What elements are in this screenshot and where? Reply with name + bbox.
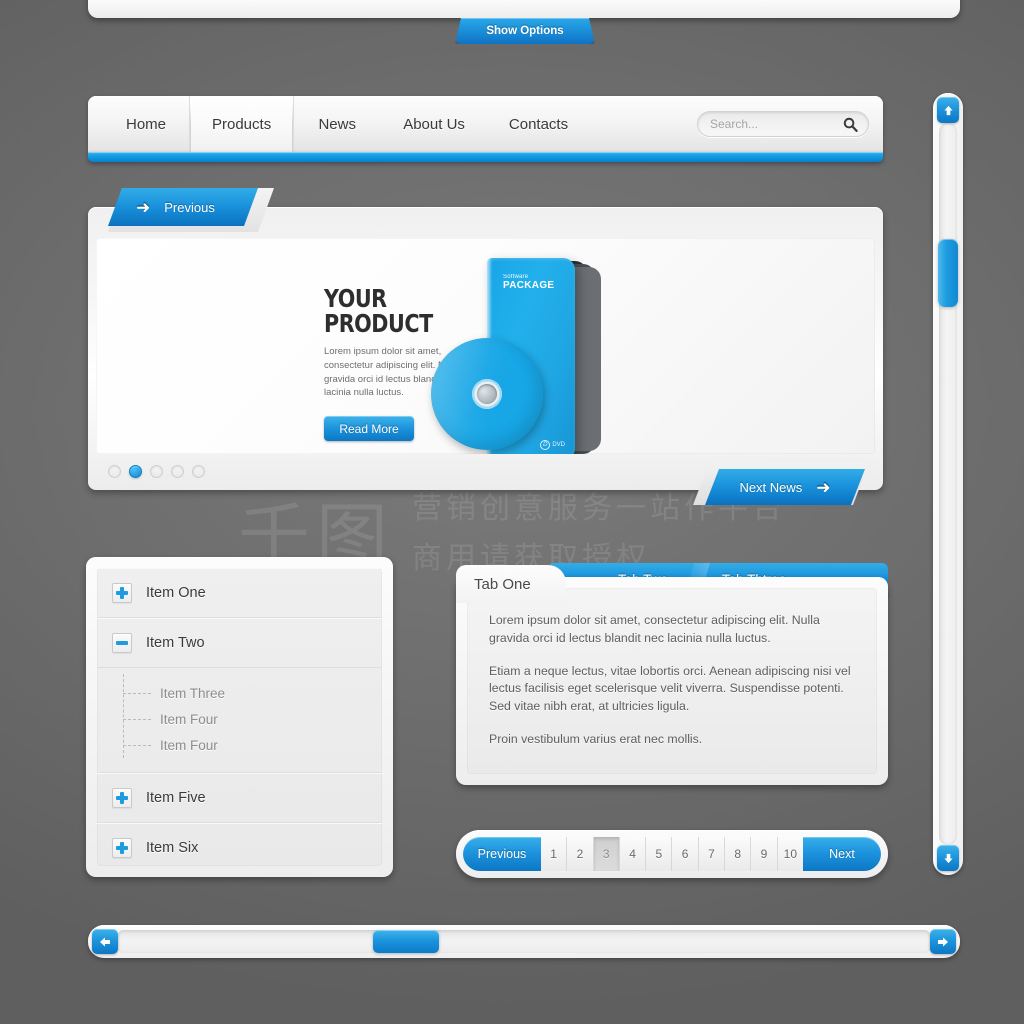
content-slider: ➜ Previous YOUR PRODUCT Lorem ipsum dolo…	[88, 188, 883, 505]
pagination-page-4[interactable]: 4	[619, 837, 647, 871]
tabs-widget: Tab Two Tab Thtree Tab One Lorem ipsum d…	[456, 563, 888, 785]
disc-gloss	[431, 338, 543, 450]
accordion-list: Item One Item Two Item Three Item Four I…	[97, 568, 382, 866]
tree-tick	[123, 719, 151, 720]
slider-next-label: Next News	[739, 479, 803, 495]
tab-paragraph-3: Proin vestibulum varius erat nec mollis.	[489, 732, 703, 747]
pagination-page-2[interactable]: 2	[567, 837, 594, 871]
dvd-mark: D	[540, 440, 551, 450]
arrow-up-icon[interactable]	[937, 97, 959, 123]
accordion-subitem-label: Item Three	[160, 685, 226, 701]
arrow-down-icon[interactable]	[937, 845, 959, 871]
slider-previous-button[interactable]: ➜ Previous	[108, 188, 258, 226]
accordion-label: Item One	[146, 584, 206, 601]
pagination-next-button[interactable]: Next	[803, 837, 881, 871]
nav-item-about-us[interactable]: About Us	[381, 96, 487, 152]
vertical-scrollbar[interactable]	[933, 93, 963, 875]
tab-paragraph-2: Etiam a neque lectus, vitae lobortis orc…	[489, 663, 851, 714]
product-artwork: Software PACKAGE D DVD	[431, 248, 651, 454]
accordion-row-item-six[interactable]: Item Six	[97, 823, 382, 866]
search-box[interactable]	[697, 111, 869, 137]
disc-icon	[431, 338, 543, 450]
slider-viewport: YOUR PRODUCT Lorem ipsum dolor sit amet,…	[96, 238, 875, 454]
read-more-button[interactable]: Read More	[324, 416, 414, 442]
accordion-subitem-label: Item Four	[160, 737, 218, 753]
accordion-subitem[interactable]: Item Four	[97, 732, 382, 758]
slider-dot-active[interactable]	[129, 465, 142, 478]
minus-icon[interactable]	[112, 632, 132, 653]
nav-accent-bar	[88, 152, 883, 162]
slider-pagination-dots	[108, 465, 205, 478]
nav-item-products[interactable]: Products	[190, 96, 294, 152]
package-label: Software PACKAGE	[503, 274, 554, 291]
accordion-subitem-label: Item Four	[160, 711, 218, 727]
arrow-right-icon: ➜	[816, 477, 831, 497]
pagination-page-1[interactable]: 1	[541, 837, 568, 871]
tab-paragraph-1: Lorem ipsum dolor sit amet, consectetur …	[489, 613, 820, 645]
horizontal-scrollbar-track[interactable]	[118, 930, 930, 953]
pagination-page-3[interactable]: 3	[593, 837, 620, 871]
package-label-small: Software	[503, 274, 529, 280]
slider-dot[interactable]	[171, 465, 184, 478]
pagination-page-10[interactable]: 10	[777, 837, 803, 871]
accordion-label: Item Two	[146, 634, 205, 651]
main-navigation: Home Products News About Us Contacts	[88, 96, 883, 152]
slider-dot[interactable]	[108, 465, 121, 478]
slider-previous-label: Previous	[164, 199, 215, 215]
dvd-logo-text: DVD	[552, 442, 565, 448]
nav-item-contacts[interactable]: Contacts	[487, 96, 590, 152]
top-panel	[88, 0, 960, 18]
slider-dot[interactable]	[192, 465, 205, 478]
plus-icon[interactable]	[112, 838, 132, 858]
arrow-left-icon: ➜	[136, 197, 151, 217]
pagination-page-5[interactable]: 5	[646, 837, 673, 871]
accordion-subitems: Item Three Item Four Item Four	[97, 668, 382, 773]
horizontal-scrollbar[interactable]	[88, 925, 960, 958]
accordion-widget: Item One Item Two Item Three Item Four I…	[86, 557, 393, 877]
accordion-row-item-one[interactable]: Item One	[97, 568, 382, 618]
tab-one[interactable]: Tab One	[456, 565, 566, 603]
pagination-pages: 1 2 3 4 5 6 7 8 9 10	[541, 837, 803, 871]
pagination-page-8[interactable]: 8	[725, 837, 752, 871]
accordion-label: Item Six	[146, 840, 199, 856]
nav-item-home[interactable]: Home	[102, 96, 190, 152]
nav-items: Home Products News About Us Contacts	[88, 96, 590, 152]
show-options-button[interactable]: Show Options	[455, 18, 595, 44]
plus-icon[interactable]	[112, 582, 132, 603]
vertical-scrollbar-track[interactable]	[939, 123, 957, 845]
pagination-page-9[interactable]: 9	[751, 837, 778, 871]
pagination-page-7[interactable]: 7	[698, 837, 726, 871]
arrow-right-icon[interactable]	[930, 929, 956, 954]
tab-content: Lorem ipsum dolor sit amet, consectetur …	[467, 588, 877, 774]
nav-item-news[interactable]: News	[293, 96, 381, 152]
accordion-row-item-five[interactable]: Item Five	[97, 773, 382, 823]
dvd-logo-icon: D DVD	[540, 440, 565, 450]
search-icon[interactable]	[842, 116, 859, 133]
pagination-page-6[interactable]: 6	[672, 837, 699, 871]
vertical-scrollbar-thumb[interactable]	[938, 239, 958, 307]
slider-dot[interactable]	[150, 465, 163, 478]
plus-icon[interactable]	[112, 787, 132, 808]
accordion-label: Item Five	[146, 789, 206, 806]
package-label-big: PACKAGE	[503, 280, 555, 291]
arrow-left-icon[interactable]	[92, 929, 118, 954]
slider-next-button[interactable]: Next News ➜	[705, 469, 865, 505]
pagination-widget: Previous 1 2 3 4 5 6 7 8 9 10 Next	[456, 830, 888, 878]
tree-tick	[123, 693, 151, 694]
accordion-row-item-two[interactable]: Item Two	[97, 618, 382, 668]
horizontal-scrollbar-thumb[interactable]	[373, 930, 439, 953]
accordion-subitem[interactable]: Item Four	[97, 706, 382, 732]
accordion-subitem[interactable]: Item Three	[97, 680, 382, 706]
tab-panel: Tab One Lorem ipsum dolor sit amet, cons…	[456, 565, 888, 785]
tree-tick	[123, 745, 151, 746]
pagination-previous-button[interactable]: Previous	[463, 837, 541, 871]
